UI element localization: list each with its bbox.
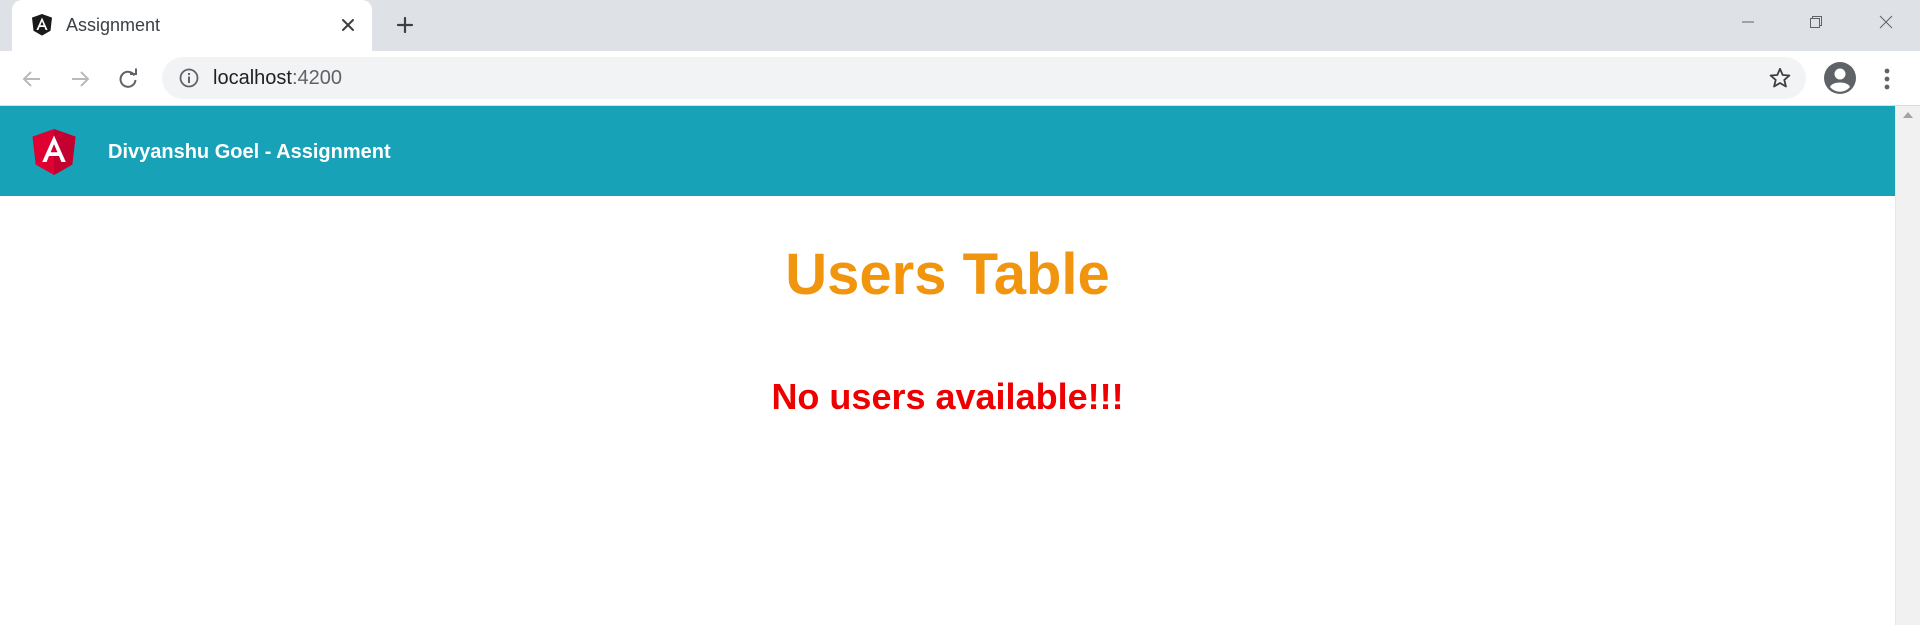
new-tab-button[interactable] (391, 11, 419, 39)
close-icon (342, 19, 354, 31)
vertical-scrollbar[interactable] (1895, 106, 1920, 625)
browser-tab[interactable]: Assignment (12, 0, 372, 51)
address-bar[interactable]: localhost:4200 (162, 57, 1806, 99)
more-vert-icon[interactable] (1874, 62, 1900, 96)
app-title: Divyanshu Goel - Assignment (108, 141, 391, 163)
tab-strip: Assignment (0, 0, 1920, 51)
angular-icon (32, 14, 52, 36)
profile-icon[interactable] (1822, 60, 1858, 96)
forward-button[interactable] (63, 62, 97, 96)
angular-logo-icon (32, 129, 76, 175)
close-window-icon (1879, 15, 1893, 29)
close-window-button[interactable] (1852, 0, 1920, 44)
minimize-icon (1742, 21, 1754, 23)
reload-button[interactable] (111, 62, 145, 96)
plus-icon (396, 16, 414, 34)
tab-title: Assignment (66, 15, 161, 35)
chevron-up-icon[interactable] (1903, 112, 1913, 118)
app-header: Divyanshu Goel - Assignment (0, 106, 1895, 196)
back-button[interactable] (15, 62, 49, 96)
reload-icon (119, 68, 137, 88)
forward-arrow-icon (72, 71, 90, 87)
info-icon[interactable] (178, 67, 200, 89)
restore-button[interactable] (1782, 0, 1850, 44)
page-title: Users Table (785, 242, 1110, 307)
minimize-button[interactable] (1714, 0, 1782, 44)
empty-state-message: No users available!!! (771, 376, 1124, 417)
page-viewport: Divyanshu Goel - Assignment Users Table … (0, 106, 1920, 625)
back-arrow-icon (22, 71, 40, 87)
tab-close-button[interactable] (335, 12, 361, 38)
restore-icon (1810, 16, 1822, 28)
url-port: :4200 (291, 67, 342, 89)
browser-toolbar: localhost:4200 (0, 51, 1920, 106)
star-icon[interactable] (1768, 66, 1792, 90)
url-text[interactable]: localhost:4200 (213, 67, 342, 89)
url-host: localhost (213, 67, 292, 89)
